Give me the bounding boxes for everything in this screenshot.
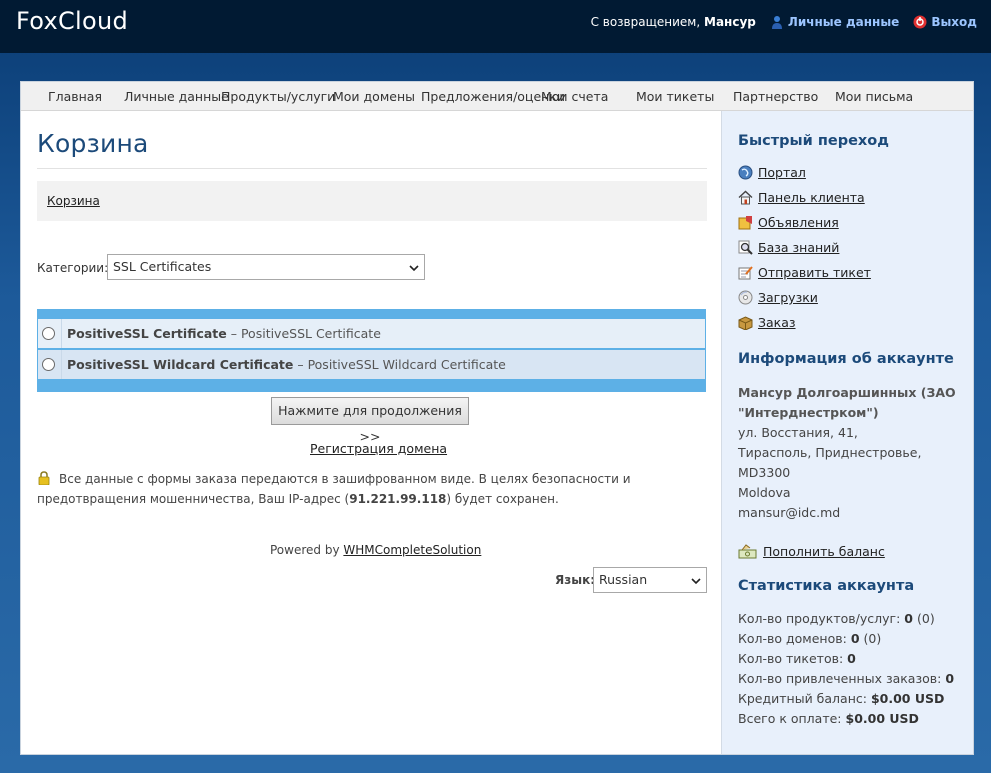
box-icon [738, 315, 753, 331]
stat-domains-extra: (0) [863, 631, 882, 646]
quick-link-label[interactable]: Заказ [758, 315, 796, 330]
address-line-2: Тирасполь, Приднестровье, [738, 445, 922, 460]
account-info: Мансур Долгоаршинных (ЗАО "Интерднестрко… [738, 383, 963, 523]
account-info-title: Информация об аккаунте [738, 351, 954, 367]
nav-item-affiliates[interactable]: Партнерство [733, 89, 818, 104]
quick-link-announcements[interactable]: Объявления [738, 215, 839, 230]
stat-credit-label: Кредитный баланс: [738, 691, 867, 706]
money-icon [738, 544, 758, 559]
main-nav: Главная Личные данные Продукты/услуги Мо… [21, 82, 973, 111]
language-selected-value: Russian [599, 572, 648, 587]
notice-suffix: ) будет сохранен. [446, 492, 559, 506]
product-desc: – PositiveSSL Wildcard Certificate [293, 357, 506, 372]
globe-icon [738, 165, 753, 180]
nav-item-emails[interactable]: Мои письма [835, 89, 913, 104]
account-stats-title: Статистика аккаунта [738, 578, 915, 594]
announcement-icon [738, 215, 753, 230]
nav-item-home[interactable]: Главная [48, 89, 102, 104]
chevron-down-icon [691, 574, 701, 585]
email: mansur@idc.md [738, 505, 841, 520]
stat-due-label: Всего к оплате: [738, 711, 842, 726]
quick-link-downloads[interactable]: Загрузки [738, 290, 818, 305]
category-selected-value: SSL Certificates [113, 259, 212, 274]
product-name: PositiveSSL Certificate [67, 326, 227, 341]
quick-link-label[interactable]: Отправить тикет [758, 265, 871, 280]
quick-nav-title: Быстрый переход [738, 133, 889, 149]
logout-icon [913, 15, 927, 29]
logout-link[interactable]: Выход [931, 15, 977, 29]
content-frame: Главная Личные данные Продукты/услуги Мо… [20, 81, 974, 755]
category-select[interactable]: SSL Certificates [107, 254, 425, 280]
quick-link-order[interactable]: Заказ [738, 315, 796, 331]
product-radio[interactable] [42, 327, 55, 340]
nav-item-personal[interactable]: Личные данные [124, 89, 229, 104]
user-icon [770, 15, 784, 29]
product-row[interactable]: PositiveSSL Wildcard Certificate – Posit… [38, 350, 705, 379]
breadcrumb: Корзина [37, 181, 707, 221]
quick-link-label[interactable]: Объявления [758, 215, 839, 230]
title-divider [37, 168, 707, 169]
stat-credit-value: $0.00 USD [870, 691, 945, 706]
magnifier-icon [738, 240, 753, 255]
nav-item-tickets[interactable]: Мои тикеты [636, 89, 714, 104]
stat-due-value: $0.00 USD [845, 711, 919, 726]
powered-prefix: Powered by [270, 543, 344, 557]
security-notice: Все данные с формы заказа передаются в з… [37, 469, 707, 509]
add-funds-link[interactable]: Пополнить баланс [738, 544, 885, 559]
stat-domains-label: Кол-во доменов: [738, 631, 847, 646]
disc-icon [738, 290, 753, 305]
page-title: Корзина [37, 129, 149, 158]
nav-item-invoices[interactable]: Мои счета [541, 89, 608, 104]
ip-address: 91.221.99.118 [349, 492, 447, 506]
stat-products-extra: (0) [916, 611, 935, 626]
stat-products-label: Кол-во продуктов/услуг: [738, 611, 901, 626]
product-radio[interactable] [42, 358, 55, 371]
product-name: PositiveSSL Wildcard Certificate [67, 357, 294, 372]
stat-domains-value: 0 [850, 631, 860, 646]
account-name: Мансур Долгоаршинных (ЗАО "Интерднестрко… [738, 385, 956, 420]
quick-link-label[interactable]: Загрузки [758, 290, 818, 305]
quick-link-submit-ticket[interactable]: Отправить тикет [738, 265, 871, 280]
product-row[interactable]: PositiveSSL Certificate – PositiveSSL Ce… [38, 319, 705, 348]
language-label: Язык: [555, 573, 596, 587]
home-icon [738, 190, 753, 205]
category-label: Категории: [37, 261, 109, 275]
quick-link-portal[interactable]: Портал [738, 165, 806, 180]
address-line-1: ул. Восстания, 41, [738, 425, 858, 440]
stat-tickets-value: 0 [847, 651, 856, 666]
stat-products-value: 0 [904, 611, 913, 626]
quick-link-knowledgebase[interactable]: База знаний [738, 240, 839, 255]
nav-item-products[interactable]: Продукты/услуги [221, 89, 335, 104]
welcome-text: С возвращением, [590, 15, 701, 29]
sidebar: Быстрый переход Портал Панель клиента Об… [721, 111, 973, 754]
stat-tickets-label: Кол-во тикетов: [738, 651, 844, 666]
quick-link-label[interactable]: База знаний [758, 240, 839, 255]
product-table: PositiveSSL Certificate – PositiveSSL Ce… [37, 309, 706, 392]
quick-link-client-area[interactable]: Панель клиента [738, 190, 865, 205]
chevron-down-icon [409, 261, 419, 272]
add-funds-label[interactable]: Пополнить баланс [763, 544, 885, 559]
welcome-area: С возвращением, Мансур Личные данные Вых… [591, 15, 977, 29]
user-name: Мансур [704, 15, 756, 29]
stat-referrals-value: 0 [945, 671, 955, 686]
account-stats: Кол-во продуктов/услуг: 0 (0) Кол-во дом… [738, 609, 968, 729]
register-domain-link[interactable]: Регистрация домена [310, 441, 447, 456]
country: Moldova [738, 485, 791, 500]
powered-by: Powered by WHMCompleteSolution [270, 543, 481, 557]
quick-link-label[interactable]: Портал [758, 165, 806, 180]
site-logo[interactable]: FoxCloud [16, 7, 128, 35]
continue-button[interactable]: Нажмите для продолжения >> [271, 397, 469, 444]
stat-referrals-label: Кол-во привлеченных заказов: [738, 671, 942, 686]
lock-icon [37, 471, 51, 486]
product-desc: – PositiveSSL Certificate [226, 326, 381, 341]
top-bar: FoxCloud С возвращением, Мансур Личные д… [0, 0, 991, 53]
personal-data-link[interactable]: Личные данные [788, 15, 899, 29]
quick-link-label[interactable]: Панель клиента [758, 190, 865, 205]
postcode: MD3300 [738, 465, 791, 480]
ticket-icon [738, 265, 753, 280]
breadcrumb-cart-link[interactable]: Корзина [47, 194, 100, 208]
nav-item-domains[interactable]: Мои домены [333, 89, 415, 104]
whmcs-link[interactable]: WHMCompleteSolution [343, 543, 481, 557]
language-select[interactable]: Russian [593, 567, 707, 593]
